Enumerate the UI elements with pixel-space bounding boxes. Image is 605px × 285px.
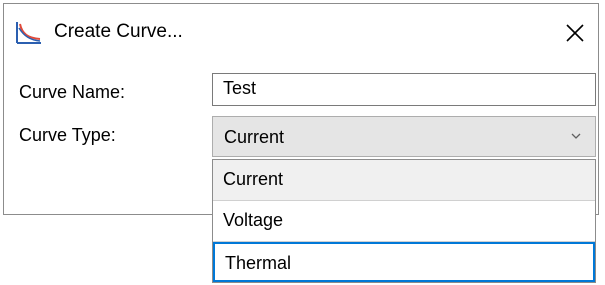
option-thermal[interactable]: Thermal xyxy=(213,242,595,282)
dialog-title: Create Curve... xyxy=(54,21,183,42)
title-bar: Create Curve... xyxy=(4,4,598,56)
curve-name-label: Curve Name: xyxy=(19,82,126,102)
option-current[interactable]: Current xyxy=(213,160,595,200)
curve-type-label: Curve Type: xyxy=(19,125,116,145)
curve-chart-icon xyxy=(16,22,41,44)
curve-type-selected-value: Current xyxy=(224,127,285,147)
curve-type-dropdown-list: Current Voltage Thermal xyxy=(212,159,596,283)
curve-type-combobox[interactable]: Current xyxy=(212,116,596,157)
option-voltage[interactable]: Voltage xyxy=(213,201,595,241)
curve-name-input[interactable]: Test xyxy=(212,73,596,106)
chevron-down-icon xyxy=(571,133,581,139)
close-icon[interactable] xyxy=(562,20,588,46)
